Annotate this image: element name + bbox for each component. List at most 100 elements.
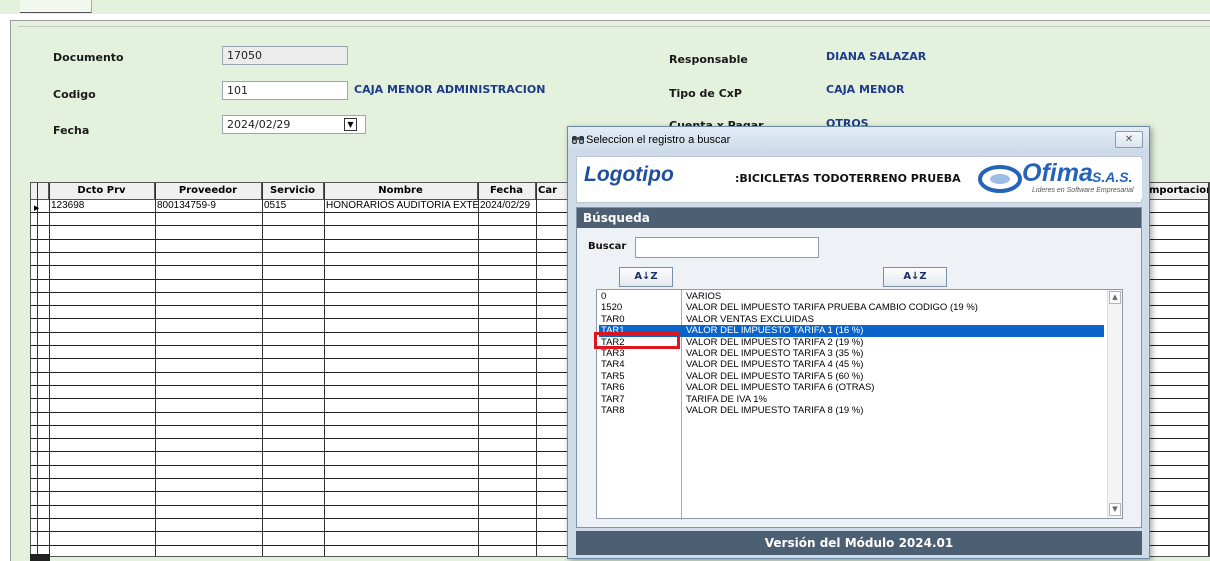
table-cell[interactable]	[155, 479, 262, 491]
table-cell[interactable]	[262, 400, 324, 412]
list-item[interactable]: TAR0 VALOR VENTAS EXCLUIDAS	[599, 314, 1104, 326]
table-cell[interactable]	[324, 506, 478, 518]
table-cell[interactable]: 2024/02/29	[478, 200, 536, 212]
table-cell[interactable]	[262, 267, 324, 279]
sort-desc-button[interactable]: A↓Z	[883, 267, 947, 287]
table-cell[interactable]	[155, 439, 262, 451]
table-cell[interactable]	[478, 400, 536, 412]
table-cell[interactable]	[155, 213, 262, 225]
list-item[interactable]: 0 VARIOS	[599, 291, 1104, 303]
table-cell[interactable]	[155, 306, 262, 318]
table-cell[interactable]	[49, 253, 155, 265]
table-cell[interactable]	[478, 293, 536, 305]
table-cell[interactable]	[49, 346, 155, 358]
results-list[interactable]: 0 VARIOS 1520 VALOR DEL IMPUESTO TARIFA PRU…	[596, 289, 1123, 520]
table-cell[interactable]	[262, 227, 324, 239]
table-cell[interactable]	[49, 280, 155, 292]
codigo-field[interactable]: 101	[222, 81, 348, 100]
table-cell[interactable]	[478, 519, 536, 531]
table-cell[interactable]: HONORARIOS AUDITORIA EXTERNA	[324, 200, 478, 212]
table-cell[interactable]	[324, 360, 478, 372]
table-cell[interactable]	[478, 253, 536, 265]
table-cell[interactable]	[324, 280, 478, 292]
close-icon[interactable]: ✕	[1115, 131, 1143, 148]
col-nombre[interactable]: Nombre	[324, 183, 478, 200]
table-cell[interactable]	[324, 400, 478, 412]
table-cell[interactable]	[49, 386, 155, 398]
table-cell[interactable]	[324, 413, 478, 425]
table-cell[interactable]	[262, 293, 324, 305]
col-proveedor[interactable]: Proveedor	[155, 183, 262, 200]
table-cell[interactable]	[49, 439, 155, 451]
table-cell[interactable]	[155, 267, 262, 279]
table-cell[interactable]	[262, 333, 324, 345]
table-cell[interactable]	[49, 306, 155, 318]
table-cell[interactable]: 0515	[262, 200, 324, 212]
table-cell[interactable]	[478, 386, 536, 398]
table-cell[interactable]	[262, 453, 324, 465]
table-cell[interactable]	[155, 280, 262, 292]
table-cell[interactable]	[478, 320, 536, 332]
list-item[interactable]: TAR5 VALOR DEL IMPUESTO TARIFA 5 (60 %)	[599, 371, 1104, 383]
table-cell[interactable]	[49, 546, 155, 556]
table-cell[interactable]	[262, 373, 324, 385]
table-cell[interactable]	[155, 493, 262, 505]
table-cell[interactable]	[49, 400, 155, 412]
table-cell[interactable]	[324, 267, 478, 279]
table-cell[interactable]	[324, 493, 478, 505]
table-cell[interactable]	[262, 519, 324, 531]
table-cell[interactable]	[478, 506, 536, 518]
table-cell[interactable]	[155, 413, 262, 425]
table-cell[interactable]	[324, 386, 478, 398]
table-cell[interactable]	[49, 333, 155, 345]
table-cell[interactable]	[324, 466, 478, 478]
buscar-input[interactable]	[635, 237, 819, 258]
list-item[interactable]: TAR8 VALOR DEL IMPUESTO TARIFA 8 (19 %)	[599, 405, 1104, 417]
table-cell[interactable]	[49, 533, 155, 545]
list-scrollbar[interactable]: ▲ ▼	[1107, 290, 1122, 518]
table-cell[interactable]	[262, 386, 324, 398]
table-cell[interactable]	[155, 426, 262, 438]
table-cell[interactable]	[324, 253, 478, 265]
table-cell[interactable]	[262, 213, 324, 225]
table-cell[interactable]	[155, 240, 262, 252]
table-cell[interactable]	[155, 400, 262, 412]
table-cell[interactable]	[262, 280, 324, 292]
list-item[interactable]: TAR7 TARIFA DE IVA 1%	[599, 394, 1104, 406]
top-tab[interactable]	[20, 0, 92, 13]
table-cell[interactable]	[324, 293, 478, 305]
table-cell[interactable]	[155, 453, 262, 465]
table-cell[interactable]	[478, 333, 536, 345]
table-cell[interactable]	[478, 213, 536, 225]
table-cell[interactable]	[478, 466, 536, 478]
table-cell[interactable]	[262, 306, 324, 318]
table-cell[interactable]	[262, 506, 324, 518]
table-cell[interactable]	[49, 267, 155, 279]
table-cell[interactable]	[478, 227, 536, 239]
table-cell[interactable]	[262, 240, 324, 252]
table-cell[interactable]	[262, 493, 324, 505]
table-cell[interactable]	[49, 373, 155, 385]
table-cell[interactable]	[49, 320, 155, 332]
table-cell[interactable]	[478, 493, 536, 505]
table-cell[interactable]	[478, 373, 536, 385]
list-item[interactable]: TAR3 VALOR DEL IMPUESTO TARIFA 3 (35 %)	[599, 348, 1104, 360]
table-cell[interactable]	[262, 360, 324, 372]
dialog-titlebar[interactable]: Seleccion el registro a buscar ✕	[568, 127, 1149, 153]
table-cell[interactable]	[49, 466, 155, 478]
table-cell[interactable]	[49, 293, 155, 305]
table-cell[interactable]	[324, 373, 478, 385]
table-cell[interactable]	[49, 493, 155, 505]
table-cell[interactable]	[262, 426, 324, 438]
table-cell[interactable]	[324, 519, 478, 531]
table-cell[interactable]	[262, 546, 324, 556]
table-cell[interactable]	[478, 426, 536, 438]
table-cell[interactable]	[49, 240, 155, 252]
table-cell[interactable]	[155, 373, 262, 385]
table-cell[interactable]	[324, 346, 478, 358]
table-cell[interactable]	[155, 506, 262, 518]
table-cell[interactable]	[155, 227, 262, 239]
scroll-down-icon[interactable]: ▼	[1109, 503, 1121, 516]
table-cell[interactable]	[324, 227, 478, 239]
col-dcto-prv[interactable]: Dcto Prv	[49, 183, 155, 200]
